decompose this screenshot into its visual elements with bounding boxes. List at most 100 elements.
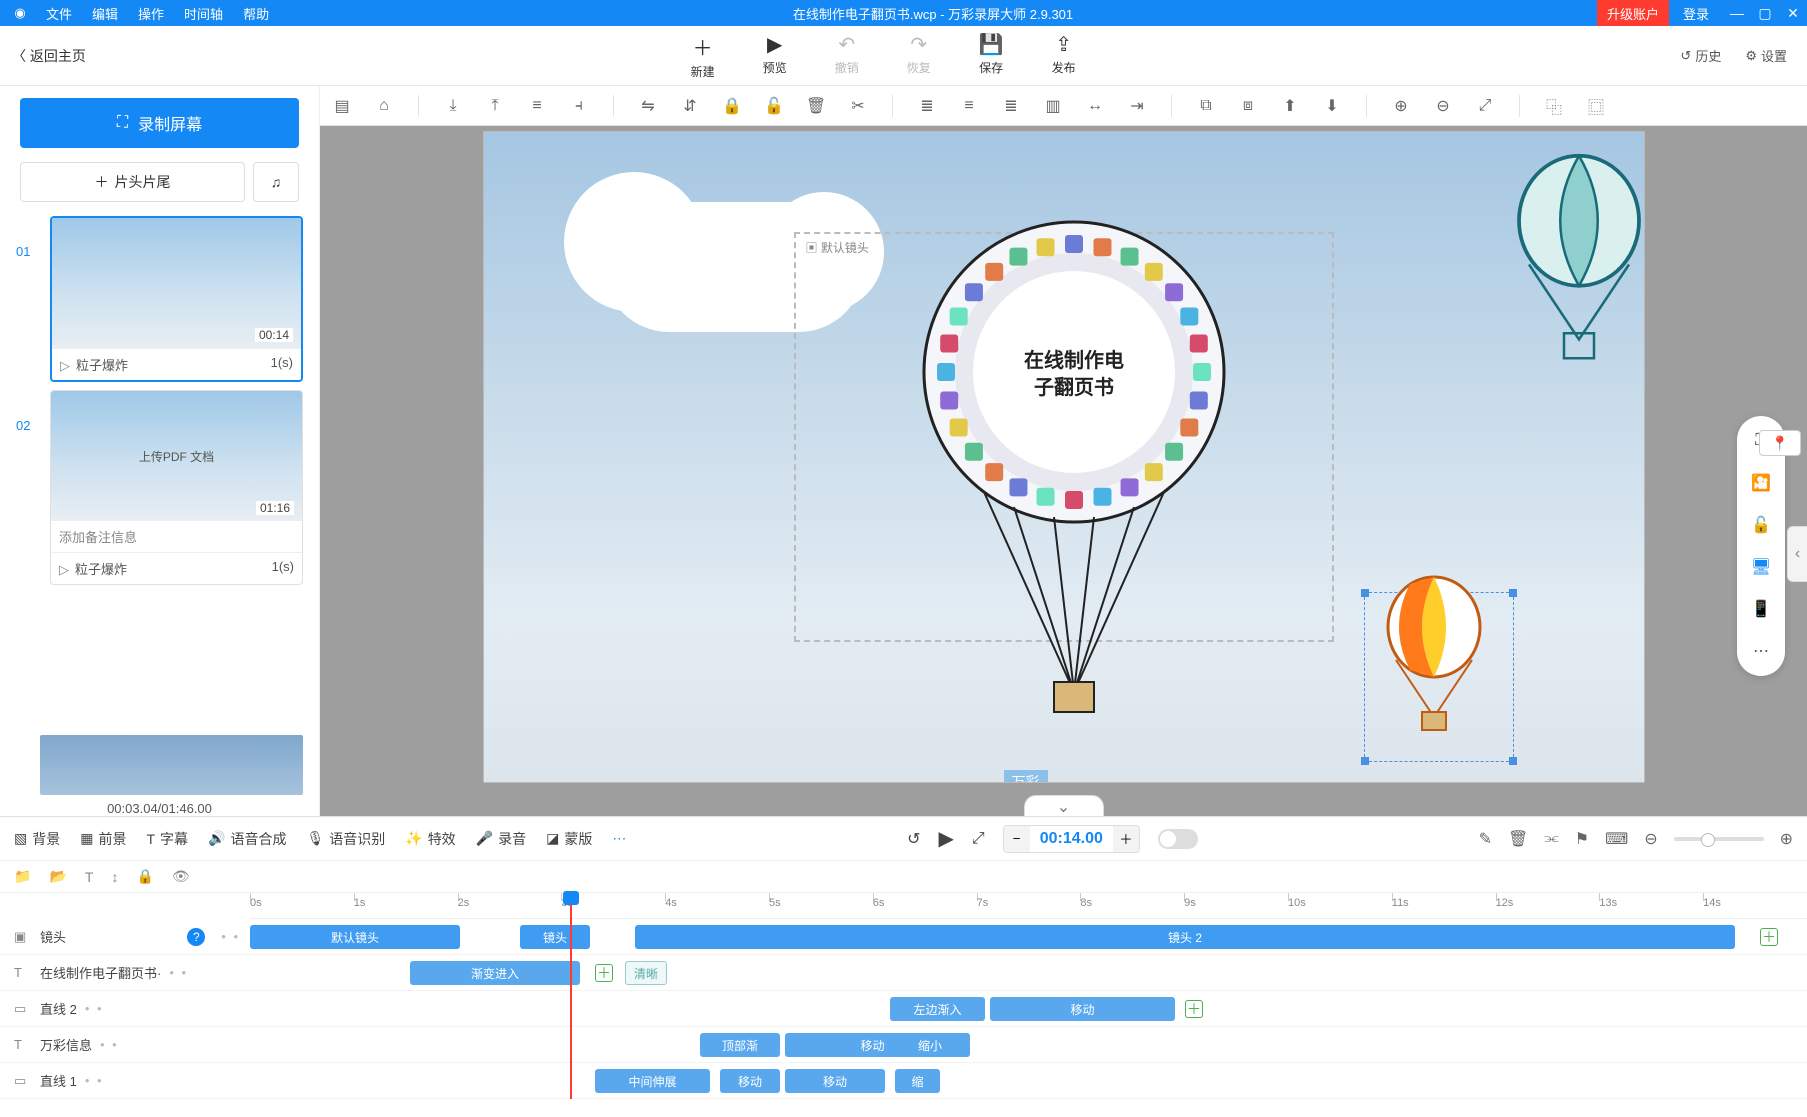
zoom-out-tl-icon[interactable]: ⊖ [1644, 829, 1657, 849]
clip[interactable]: 移动 [720, 1069, 780, 1093]
distribute-icon[interactable]: ⫞ [569, 96, 589, 116]
balloon-main[interactable]: 在线制作电 子翻页书 [904, 212, 1244, 732]
track-label[interactable]: ▣镜头?• • [0, 927, 250, 946]
flip-h-icon[interactable]: ⇋ [638, 96, 658, 116]
dock-desktop-icon[interactable]: 🖥 [1750, 556, 1772, 578]
track-lane[interactable]: 默认镜头 镜头 镜头 2 ＋ [250, 919, 1807, 954]
balloon-small-top[interactable] [1504, 152, 1644, 377]
time-ruler[interactable]: 0s1s2s3s4s5s6s7s8s9s10s11s12s13s14s [250, 893, 1807, 919]
paste-icon[interactable]: ⿴ [1586, 96, 1606, 116]
track-label[interactable]: T在线制作电子翻页书·• • [0, 963, 250, 982]
menu-action[interactable]: 操作 [138, 4, 164, 23]
close-button[interactable]: ✕ [1779, 5, 1807, 22]
menu-edit[interactable]: 编辑 [92, 4, 118, 23]
record-button[interactable]: ⛶ 录制屏幕 [20, 98, 299, 148]
menu-help[interactable]: 帮助 [243, 4, 269, 23]
send-back-icon[interactable]: ⬇ [1322, 96, 1342, 116]
tl-tab-语音合成[interactable]: 🔊语音合成 [208, 829, 286, 849]
keyboard-icon[interactable]: ⌨ [1605, 829, 1628, 849]
align-center-icon[interactable]: ≡ [959, 96, 979, 116]
move-up-icon[interactable]: ↕ [111, 869, 118, 885]
home-icon[interactable]: ⌂ [374, 96, 394, 116]
lock-icon[interactable]: 🔒 [722, 96, 742, 116]
login-button[interactable]: 登录 [1669, 4, 1723, 23]
dock-mobile-icon[interactable]: 📱 [1750, 598, 1772, 620]
action-发布[interactable]: ⇪发布 [1052, 32, 1076, 80]
scene-card[interactable]: 上传PDF 文档01:16添加备注信息▷粒子爆炸1(s) [50, 390, 303, 585]
action-新建[interactable]: ＋新建 [691, 32, 715, 80]
menu-file[interactable]: 文件 [46, 4, 72, 23]
delete-icon[interactable]: 🗑 [806, 96, 826, 116]
clip[interactable]: 镜头 [520, 925, 590, 949]
chip[interactable]: 清晰 [625, 961, 667, 985]
track-label[interactable]: ▭直线 2• • [0, 999, 250, 1018]
clip[interactable]: 缩 [895, 1069, 940, 1093]
clip[interactable]: 左边渐入 [890, 997, 985, 1021]
folder-add-icon[interactable]: 📂 [49, 868, 66, 885]
maximize-button[interactable]: ▢ [1751, 5, 1779, 22]
tl-tab-录音[interactable]: 🎤录音 [476, 829, 526, 849]
tl-tab-more[interactable]: ⋯ [612, 829, 626, 849]
clip[interactable]: 中间伸展 [595, 1069, 710, 1093]
track-lane[interactable]: 渐变进入 清晰 ＋ [250, 955, 1807, 990]
add-keyframe[interactable]: ＋ [1760, 928, 1778, 946]
edge-expand-button[interactable]: ‹ [1787, 526, 1807, 582]
balloon-selected[interactable] [1374, 572, 1494, 752]
trash-icon[interactable]: 🗑 [1508, 829, 1528, 849]
track-lane[interactable]: 左边渐入移动一直显＋ [250, 991, 1807, 1026]
time-minus[interactable]: − [1004, 826, 1030, 852]
align-left-icon[interactable]: ≣ [917, 96, 937, 116]
flip-v-icon[interactable]: ⇵ [680, 96, 700, 116]
action-保存[interactable]: 💾保存 [979, 32, 1004, 80]
track-lane[interactable]: 顶部渐移动缩小 [250, 1027, 1807, 1062]
minimize-button[interactable]: — [1723, 5, 1751, 21]
back-home[interactable]: 〈 返回主页 [12, 46, 86, 66]
clip[interactable]: 移动 [990, 997, 1175, 1021]
zoom-out-icon[interactable]: ⊖ [1433, 96, 1453, 116]
clip[interactable]: 顶部渐 [700, 1033, 780, 1057]
scene-card[interactable]: 00:14▷粒子爆炸1(s) [50, 216, 303, 382]
clip[interactable]: 移动 [785, 1069, 885, 1093]
group-icon[interactable]: ⧉ [1196, 96, 1216, 116]
upgrade-button[interactable]: 升级账户 [1597, 0, 1669, 26]
dock-camera-icon[interactable]: 🎦 [1750, 472, 1772, 494]
clip[interactable]: 默认镜头 [250, 925, 460, 949]
clip[interactable]: 镜头 2 [635, 925, 1735, 949]
dock-unlock-icon[interactable]: 🔓 [1750, 514, 1772, 536]
align-vcenter-icon[interactable]: ≡ [527, 96, 547, 116]
filter-icon[interactable]: ⫘ [1544, 830, 1558, 848]
music-button[interactable]: ♫ [253, 162, 299, 202]
intro-outro-button[interactable]: ＋片头片尾 [20, 162, 245, 202]
time-plus[interactable]: ＋ [1113, 826, 1139, 852]
align-top-icon[interactable]: ⤒ [485, 96, 505, 116]
action-预览[interactable]: ▶预览 [763, 32, 787, 80]
tl-tab-前景[interactable]: ▦前景 [80, 829, 126, 849]
zoom-in-tl-icon[interactable]: ⊕ [1780, 829, 1793, 849]
tag-label[interactable]: 万彩 [1004, 770, 1048, 782]
help-icon[interactable]: ? [187, 928, 205, 946]
tl-tab-字幕[interactable]: T字幕 [146, 829, 188, 849]
bring-front-icon[interactable]: ⬆ [1280, 96, 1300, 116]
scene-strip[interactable] [40, 735, 303, 795]
folder-icon[interactable]: 📁 [14, 868, 31, 885]
zoom-in-icon[interactable]: ⊕ [1391, 96, 1411, 116]
copy-icon[interactable]: ⿻ [1544, 96, 1564, 116]
stage[interactable]: ▣ 默认镜头 在线制作电 子翻页书 [484, 132, 1644, 782]
justify-icon[interactable]: ▥ [1043, 96, 1063, 116]
visibility-icon[interactable]: 👁 [172, 868, 190, 885]
ungroup-icon[interactable]: ⧈ [1238, 96, 1258, 116]
spacing-icon[interactable]: ↔ [1085, 96, 1105, 116]
playhead[interactable] [570, 893, 572, 1099]
minimap-toggle[interactable]: 📍 [1759, 430, 1801, 456]
indent-icon[interactable]: ⇥ [1127, 96, 1147, 116]
add-keyframe[interactable]: ＋ [595, 964, 613, 982]
tl-tab-蒙版[interactable]: ◪蒙版 [546, 829, 592, 849]
clip[interactable]: 渐变进入 [410, 961, 580, 985]
play-button[interactable]: ▶ [939, 826, 954, 851]
align-bottom-icon[interactable]: ⤓ [443, 96, 463, 116]
marker-icon[interactable]: ⚑ [1575, 829, 1589, 849]
unlock-icon[interactable]: 🔓 [764, 96, 784, 116]
tl-tab-背景[interactable]: ▧背景 [14, 829, 60, 849]
text-tool-icon[interactable]: T [85, 869, 94, 885]
time-stepper[interactable]: − 00:14.00 ＋ [1003, 825, 1140, 853]
